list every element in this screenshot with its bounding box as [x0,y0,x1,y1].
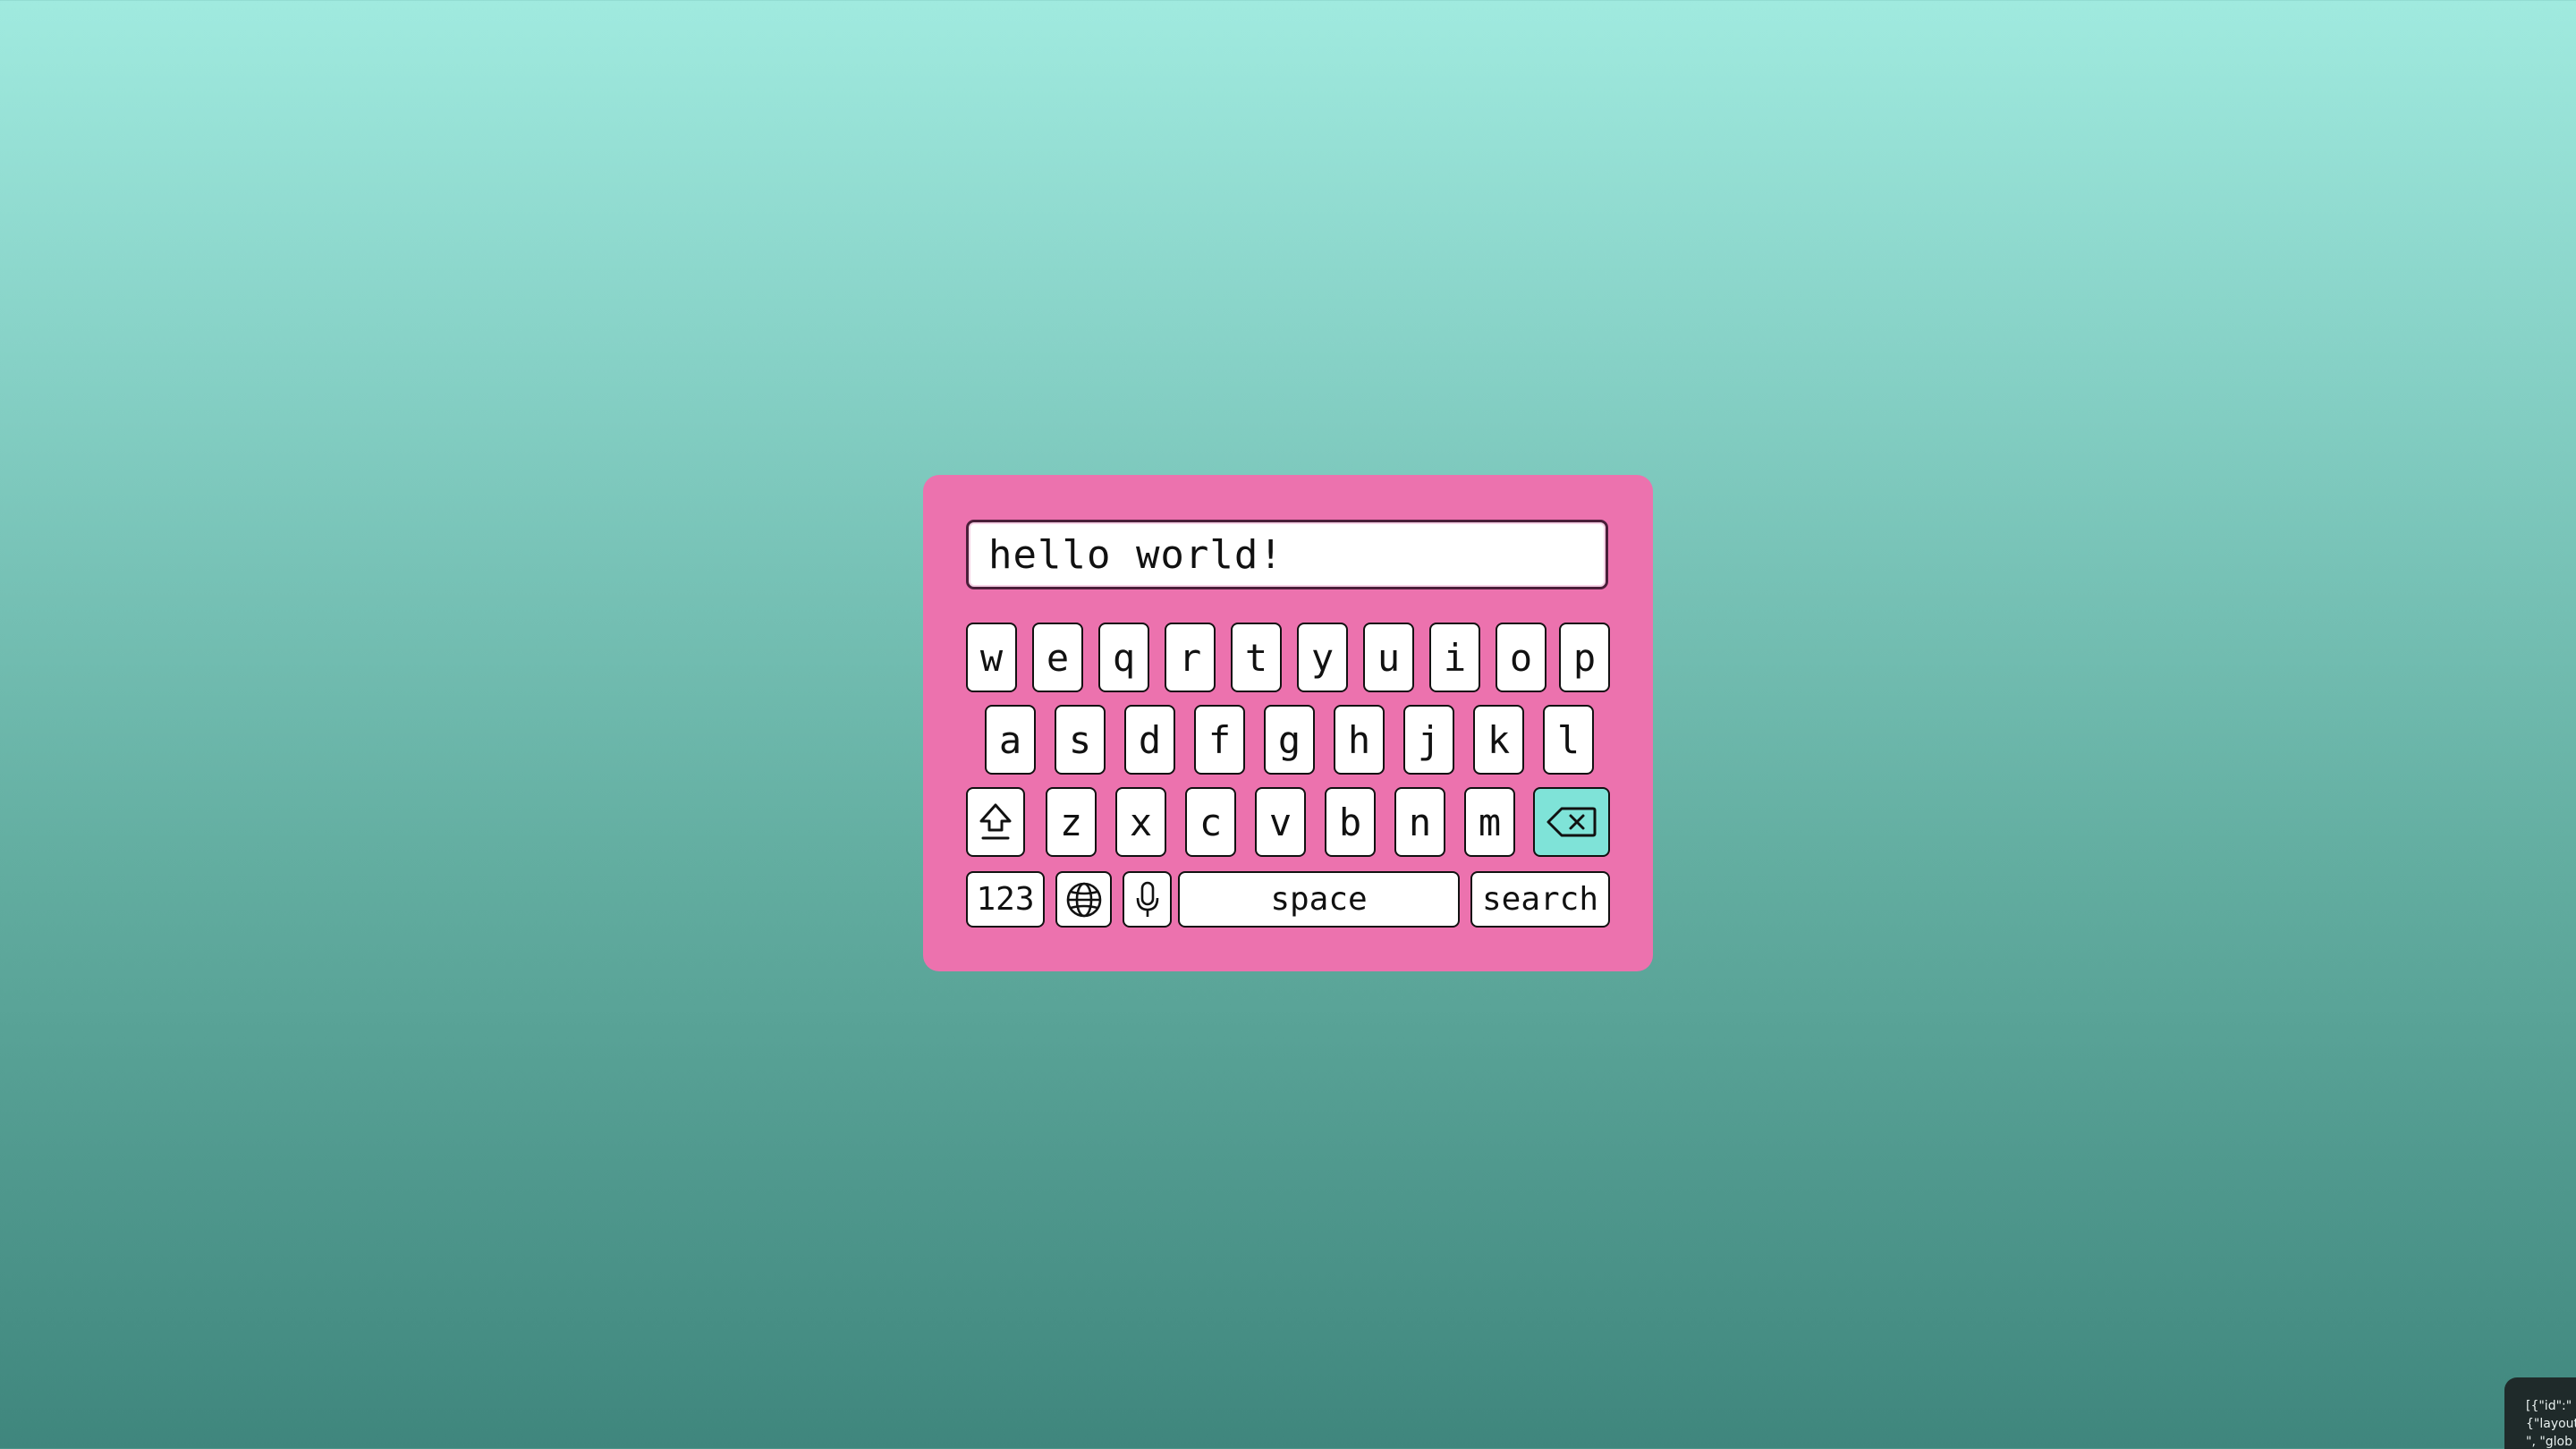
key-h[interactable]: h [1334,705,1385,775]
backspace-key[interactable] [1533,787,1610,857]
key-z[interactable]: z [1046,787,1097,857]
keyboard-panel: hello world! w e q r t y u i o p a s d f… [923,475,1653,971]
globe-icon [1066,882,1101,917]
key-q[interactable]: q [1098,623,1149,692]
search-key[interactable]: search [1470,871,1610,928]
key-g[interactable]: g [1264,705,1315,775]
numbers-key[interactable]: 123 [966,871,1045,928]
debug-tab[interactable]: [{"id":" {"layout ", "glob [2504,1377,2576,1449]
key-v[interactable]: v [1255,787,1306,857]
key-r[interactable]: r [1165,623,1216,692]
key-p[interactable]: p [1559,623,1610,692]
key-t[interactable]: t [1231,623,1282,692]
key-i[interactable]: i [1429,623,1480,692]
space-key[interactable]: space [1178,871,1460,928]
shift-arrow-icon [979,803,1012,840]
key-e[interactable]: e [1032,623,1083,692]
microphone-key[interactable] [1123,871,1172,928]
text-input[interactable]: hello world! [966,520,1608,589]
key-s[interactable]: s [1055,705,1106,775]
language-key[interactable] [1055,871,1112,928]
key-a[interactable]: a [985,705,1036,775]
key-k[interactable]: k [1473,705,1524,775]
key-j[interactable]: j [1403,705,1454,775]
key-l[interactable]: l [1543,705,1594,775]
key-n[interactable]: n [1394,787,1445,857]
key-u[interactable]: u [1363,623,1414,692]
key-b[interactable]: b [1325,787,1376,857]
key-y[interactable]: y [1297,623,1348,692]
key-o[interactable]: o [1496,623,1546,692]
debug-tab-line-3: ", "glob [2526,1435,2573,1449]
debug-tab-line-1: [{"id":" [2526,1399,2572,1413]
key-x[interactable]: x [1115,787,1166,857]
key-m[interactable]: m [1464,787,1515,857]
backspace-icon [1546,807,1597,837]
key-c[interactable]: c [1185,787,1236,857]
key-f[interactable]: f [1194,705,1245,775]
key-w[interactable]: w [966,623,1017,692]
shift-key[interactable] [966,787,1025,857]
text-input-value: hello world! [988,531,1284,578]
microphone-icon [1136,881,1158,917]
key-d[interactable]: d [1124,705,1175,775]
debug-tab-line-2: {"layout [2526,1417,2576,1431]
